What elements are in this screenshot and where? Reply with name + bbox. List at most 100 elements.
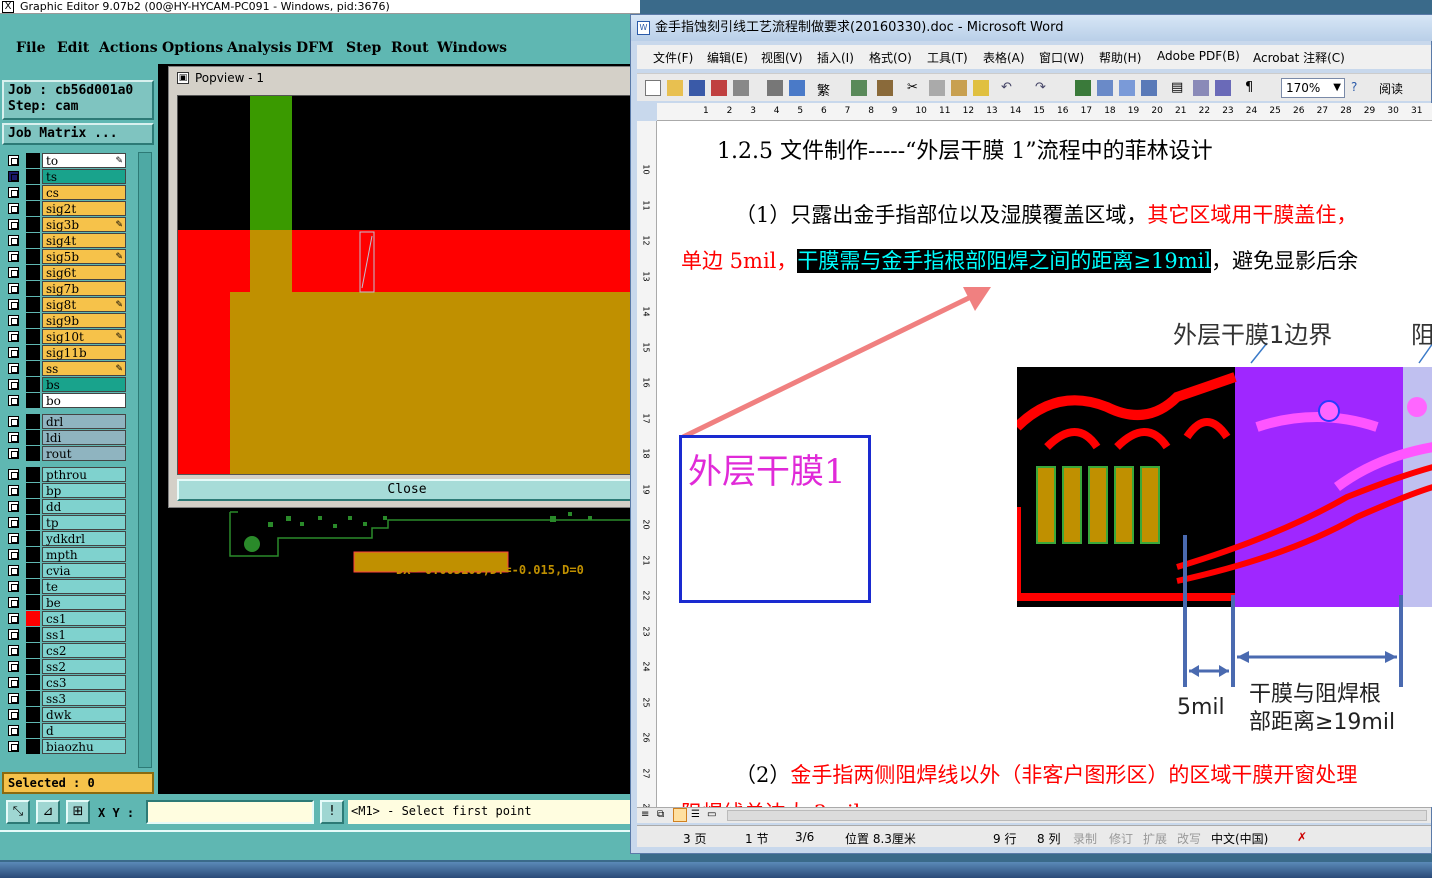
insert-table-icon[interactable] — [1119, 80, 1135, 96]
layer-color-swatch[interactable] — [26, 675, 40, 690]
insert-excel-icon[interactable] — [1141, 80, 1157, 96]
layer-checkbox[interactable] — [8, 709, 19, 720]
word-menu-help[interactable]: 帮助(H) — [1099, 49, 1141, 66]
layer-row[interactable]: ss2 — [4, 658, 128, 674]
layer-checkbox[interactable] — [8, 171, 19, 182]
layer-checkbox[interactable] — [8, 416, 19, 427]
layer-name[interactable]: ydkdrl — [42, 531, 126, 546]
layer-checkbox[interactable] — [8, 283, 19, 294]
layer-row[interactable]: sig3b ✎ — [4, 216, 128, 232]
spelling-status-icon[interactable]: ✗ — [1297, 830, 1307, 844]
layer-name[interactable]: drl — [42, 414, 126, 429]
show-hide-icon[interactable]: ¶ — [1245, 80, 1261, 96]
layer-name[interactable]: biaozhu — [42, 739, 126, 754]
layer-row[interactable]: sig10t ✎ — [4, 328, 128, 344]
layer-color-swatch[interactable] — [26, 249, 40, 264]
layer-row[interactable]: bp — [4, 482, 128, 498]
status-record[interactable]: 录制 — [1073, 830, 1097, 847]
layer-row[interactable]: cs1 — [4, 610, 128, 626]
layer-color-swatch[interactable] — [26, 430, 40, 445]
layer-checkbox[interactable] — [8, 533, 19, 544]
word-menu-acrobat[interactable]: Acrobat 注释(C) — [1253, 49, 1345, 66]
layer-row[interactable]: to ✎ — [4, 152, 128, 168]
job-matrix-button[interactable]: Job Matrix ... — [2, 123, 154, 145]
layer-name[interactable]: te — [42, 579, 126, 594]
vertical-ruler[interactable]: 10111213141516171819202122232425262728 — [637, 121, 657, 814]
layer-checkbox[interactable] — [8, 549, 19, 560]
status-track-changes[interactable]: 修订 — [1109, 830, 1133, 847]
layer-checkbox[interactable] — [8, 219, 19, 230]
layer-row[interactable]: be — [4, 594, 128, 610]
layer-row[interactable]: cvia — [4, 562, 128, 578]
layer-color-swatch[interactable] — [26, 265, 40, 280]
layer-name[interactable]: cs3 — [42, 675, 126, 690]
layer-row[interactable]: sig5b ✎ — [4, 248, 128, 264]
layer-name[interactable]: d — [42, 723, 126, 738]
help-icon[interactable]: ? — [1351, 80, 1367, 96]
paste-icon[interactable] — [951, 80, 967, 96]
xy-input[interactable] — [146, 800, 314, 824]
menu-actions[interactable]: Actions — [99, 40, 158, 56]
zoom-fit-icon[interactable]: ⤡ — [6, 800, 30, 824]
layer-row[interactable]: dd — [4, 498, 128, 514]
layer-checkbox[interactable] — [8, 315, 19, 326]
layer-name[interactable]: tp — [42, 515, 126, 530]
layer-name[interactable]: mpth — [42, 547, 126, 562]
layer-row[interactable]: drl — [4, 413, 128, 429]
layer-checkbox[interactable] — [8, 501, 19, 512]
layer-name[interactable]: sig7b — [42, 281, 126, 296]
popview-canvas[interactable] — [177, 95, 637, 475]
menu-windows[interactable]: Windows — [437, 40, 507, 56]
layer-row[interactable]: sig9b — [4, 312, 128, 328]
layer-checkbox[interactable] — [8, 613, 19, 624]
layer-color-swatch[interactable] — [26, 329, 40, 344]
print-icon[interactable] — [733, 80, 749, 96]
reading-view-icon[interactable]: ▭ — [707, 809, 716, 820]
layer-color-swatch[interactable] — [26, 201, 40, 216]
layer-row[interactable]: ts — [4, 168, 128, 184]
layer-name[interactable]: cs — [42, 185, 126, 200]
layer-name[interactable]: sig11b — [42, 345, 126, 360]
layer-color-swatch[interactable] — [26, 169, 40, 184]
layer-row[interactable]: cs2 — [4, 642, 128, 658]
layer-checkbox[interactable] — [8, 155, 19, 166]
menu-analysis[interactable]: Analysis — [227, 40, 292, 56]
layer-row[interactable]: d — [4, 722, 128, 738]
permission-icon[interactable] — [711, 80, 727, 96]
zoom-select[interactable]: 170% ▼ — [1281, 78, 1345, 98]
layer-checkbox[interactable] — [8, 187, 19, 198]
layer-name[interactable]: to ✎ — [42, 153, 126, 168]
layer-color-swatch[interactable] — [26, 563, 40, 578]
menu-dfm[interactable]: DFM — [296, 40, 334, 56]
zoom-area-icon[interactable]: ⊿ — [36, 800, 60, 824]
layer-checkbox[interactable] — [8, 469, 19, 480]
read-button[interactable]: 阅读 — [1379, 80, 1403, 97]
layer-row[interactable]: sig7b — [4, 280, 128, 296]
layer-color-swatch[interactable] — [26, 611, 40, 626]
layer-row[interactable]: cs — [4, 184, 128, 200]
layer-checkbox[interactable] — [8, 485, 19, 496]
layer-row[interactable]: bs — [4, 376, 128, 392]
layer-checkbox[interactable] — [8, 565, 19, 576]
layer-row[interactable]: sig6t — [4, 264, 128, 280]
layer-name[interactable]: cvia — [42, 563, 126, 578]
layer-row[interactable]: te — [4, 578, 128, 594]
layer-color-swatch[interactable] — [26, 595, 40, 610]
layer-row[interactable]: tp — [4, 514, 128, 530]
layer-checkbox[interactable] — [8, 448, 19, 459]
open-folder-icon[interactable] — [667, 80, 683, 96]
menu-step[interactable]: Step — [346, 40, 381, 56]
layer-name[interactable]: sig8t ✎ — [42, 297, 126, 312]
layer-row[interactable]: ss3 — [4, 690, 128, 706]
layer-checkbox[interactable] — [8, 661, 19, 672]
layer-checkbox[interactable] — [8, 235, 19, 246]
translate-icon[interactable] — [877, 80, 893, 96]
layer-name[interactable]: sig6t — [42, 265, 126, 280]
layer-color-swatch[interactable] — [26, 377, 40, 392]
spelling-icon[interactable] — [789, 80, 805, 96]
layer-name[interactable]: ss2 — [42, 659, 126, 674]
layer-name[interactable]: sig2t — [42, 201, 126, 216]
word-menu-view[interactable]: 视图(V) — [761, 49, 803, 66]
layer-color-swatch[interactable] — [26, 627, 40, 642]
normal-view-icon[interactable]: ≡ — [641, 809, 649, 820]
